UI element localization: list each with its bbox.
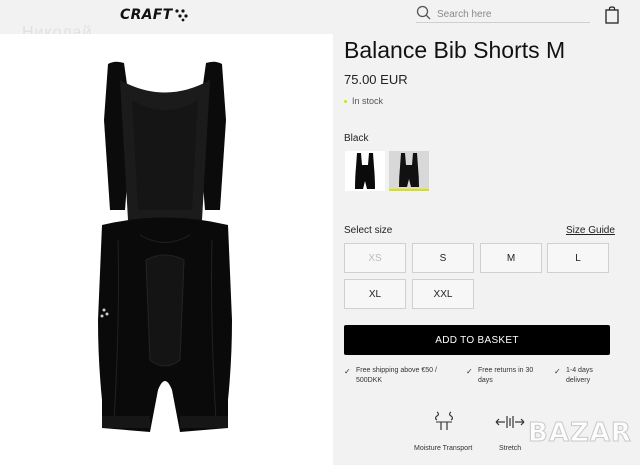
swatch-front-image bbox=[355, 153, 375, 189]
perk-text-line1: Free shipping above €50 / bbox=[356, 367, 437, 374]
size-option-m[interactable]: M bbox=[480, 243, 542, 273]
stock-status-text: In stock bbox=[352, 96, 384, 106]
check-icon: ✓ bbox=[344, 367, 351, 376]
swatch-back-image bbox=[399, 153, 419, 187]
perk-text-line1: 1-4 days bbox=[566, 367, 593, 374]
color-label: Black bbox=[344, 133, 369, 144]
logo-dots-icon bbox=[175, 9, 188, 22]
search-icon[interactable] bbox=[416, 5, 432, 21]
top-bar: CRAFT bbox=[0, 0, 640, 34]
stock-status: In stock bbox=[344, 96, 383, 106]
product-title: Balance Bib Shorts M bbox=[344, 37, 566, 63]
feature-label-stretch: Stretch bbox=[499, 445, 522, 452]
color-swatch-front[interactable] bbox=[345, 151, 385, 191]
add-to-basket-button[interactable]: ADD TO BASKET bbox=[344, 325, 610, 355]
search-input[interactable] bbox=[437, 6, 587, 22]
size-option-xs[interactable]: XS bbox=[344, 243, 406, 273]
feature-label-moisture: Moisture Transport bbox=[414, 445, 473, 452]
bib-shorts-product-image[interactable] bbox=[80, 60, 250, 452]
size-option-xxl[interactable]: XXL bbox=[412, 279, 474, 309]
size-option-l[interactable]: L bbox=[547, 243, 609, 273]
perk-text-line1: Free returns in 30 bbox=[478, 367, 534, 374]
perk-text-line2: 500DKK bbox=[356, 377, 383, 384]
size-option-s[interactable]: S bbox=[412, 243, 474, 273]
product-page: CRAFT Николай bbox=[0, 0, 640, 465]
perk-text-line2: delivery bbox=[566, 377, 591, 384]
size-guide-link[interactable]: Size Guide bbox=[566, 225, 615, 236]
size-option-xl[interactable]: XL bbox=[344, 279, 406, 309]
stock-dot-icon bbox=[344, 100, 347, 104]
select-size-label: Select size bbox=[344, 225, 393, 236]
check-icon: ✓ bbox=[466, 367, 473, 376]
product-price: 75.00 EUR bbox=[344, 72, 408, 87]
color-swatch-back[interactable] bbox=[389, 151, 429, 191]
shopping-bag-icon[interactable] bbox=[605, 6, 619, 24]
moisture-transport-icon bbox=[434, 411, 454, 430]
craft-logo[interactable]: CRAFT bbox=[120, 7, 173, 23]
bazar-watermark: BAZAR bbox=[528, 418, 632, 449]
perk-text-line2: days bbox=[478, 377, 493, 384]
check-icon: ✓ bbox=[554, 367, 561, 376]
product-image-panel bbox=[0, 34, 333, 465]
search-bar[interactable] bbox=[416, 5, 590, 23]
stretch-icon bbox=[495, 416, 525, 428]
